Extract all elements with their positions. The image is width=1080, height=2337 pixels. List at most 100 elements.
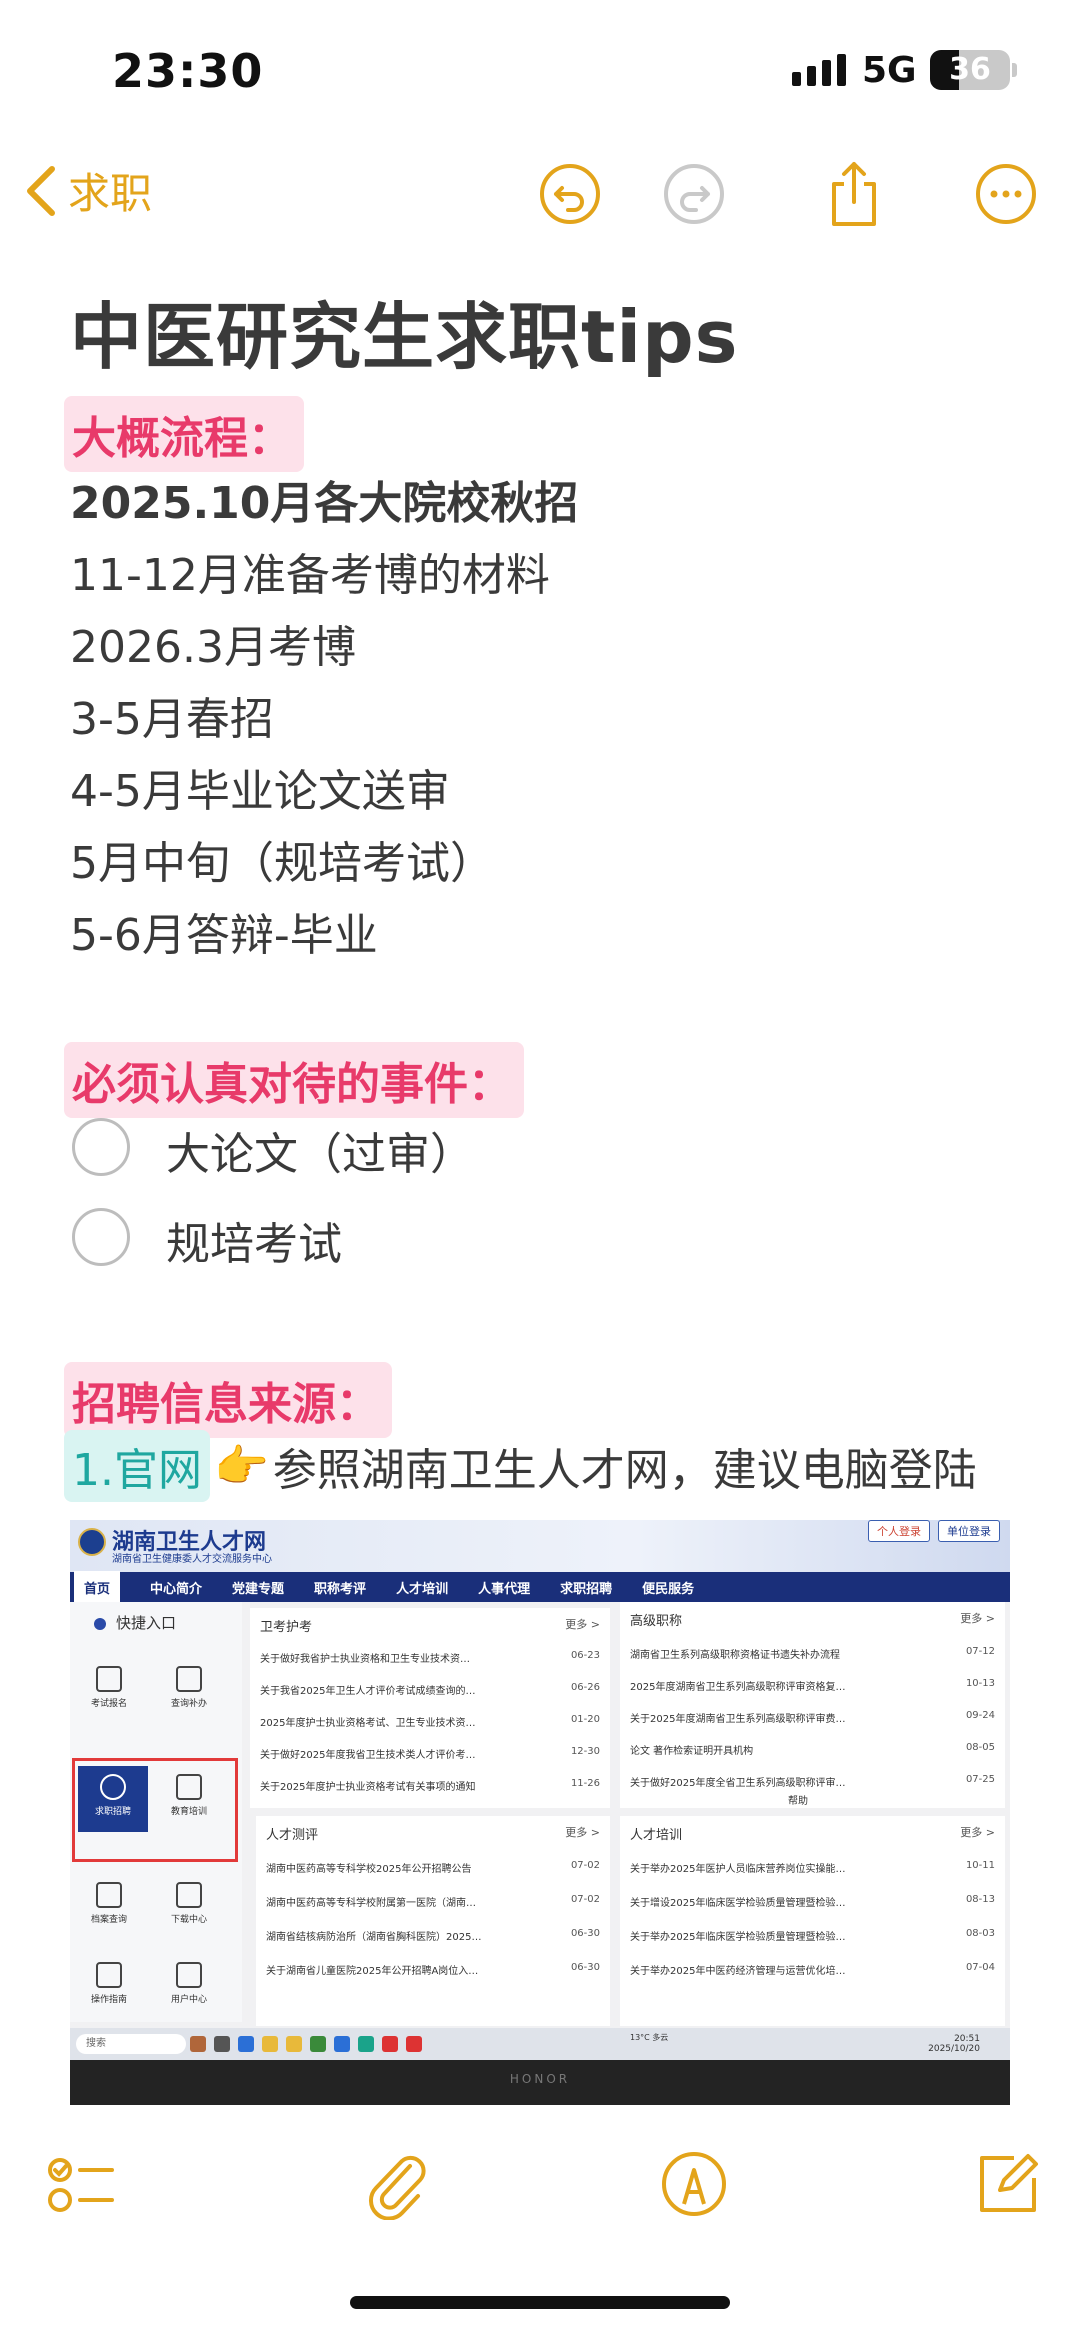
back-label: 求职 — [68, 169, 153, 218]
site-menu-item: 中心简介 — [150, 1581, 203, 1597]
panel-title: 高级职称 — [630, 1614, 683, 1629]
quick-tile: 考试报名 — [74, 1658, 144, 1724]
nav-bar: 求职 — [0, 150, 1080, 240]
redo-button[interactable] — [654, 154, 734, 234]
note-title[interactable]: 中医研究生求职tips — [70, 278, 739, 383]
highlight-box — [72, 1758, 238, 1862]
pointing-hand-icon: 👉 — [213, 1441, 269, 1492]
news-row: 湖南中医药高等专科学校附属第一医院（湖南… 07-02 — [266, 1894, 600, 1909]
site-menu-item: 人事代理 — [478, 1581, 531, 1597]
taskbar: 搜索 13°C 多云 20:51 2025/10/20 — [70, 2028, 1010, 2060]
markup-button[interactable] — [654, 2144, 734, 2224]
site-menu-item: 人才培训 — [396, 1581, 449, 1597]
network-label: 5G — [862, 50, 917, 91]
site-menu: 首页 中心简介 党建专题 职称考评 人才培训 人事代理 求职招聘 便民服务 — [70, 1570, 1010, 1604]
battery-level: 36 — [949, 52, 991, 87]
checklist-button[interactable] — [42, 2144, 122, 2224]
process-line: 2026.3月考博 — [70, 622, 356, 673]
markup-icon — [662, 2152, 726, 2216]
site-menu-item: 便民服务 — [642, 1581, 695, 1597]
back-button[interactable]: 求职 — [22, 160, 152, 221]
site-header: 湖南卫生人才网 湖南省卫生健康委人才交流服务中心 个人登录 单位登录 — [70, 1520, 1010, 1572]
embedded-screenshot[interactable]: 湖南卫生人才网 湖南省卫生健康委人才交流服务中心 个人登录 单位登录 首页 中心… — [70, 1520, 1010, 2105]
more-icon — [976, 164, 1036, 224]
more-button[interactable] — [966, 154, 1046, 234]
news-row: 论文 著作检索证明开具机构 08-05 — [630, 1742, 995, 1757]
bottom-toolbar — [0, 2130, 1080, 2240]
site-logo-icon — [78, 1528, 106, 1556]
process-line: 5-6月答辩-毕业 — [70, 910, 378, 961]
personal-login-button: 个人登录 — [868, 1520, 930, 1542]
source-text: 参照湖南卫生人才网，建议电脑登陆 — [272, 1445, 977, 1496]
news-row: 关于2025年度湖南省卫生系列高级职称评审费… 09-24 — [630, 1710, 995, 1725]
unit-login-button: 单位登录 — [938, 1520, 1000, 1542]
redo-icon — [664, 164, 724, 224]
process-line: 3-5月春招 — [70, 694, 274, 745]
panel-title: 人才培训 — [630, 1828, 683, 1843]
weather-label: 13°C 多云 — [630, 2033, 669, 2042]
checklist-circle[interactable] — [72, 1208, 130, 1266]
home-indicator[interactable] — [350, 2296, 730, 2309]
news-row: 关于做好2025年度我省卫生技术类人才评价考… 12-30 — [260, 1746, 600, 1761]
process-line: 5月中旬（规培考试） — [70, 838, 494, 889]
news-row: 湖南省结核病防治所（湖南省胸科医院）2025… 06-30 — [266, 1928, 600, 1943]
process-line: 2025.10月各大院校秋招 — [70, 478, 579, 529]
source-tag: 1.官网 — [64, 1430, 210, 1502]
source-line: 1.官网 👉 参照湖南卫生人才网，建议电脑登陆 — [64, 1430, 977, 1502]
section-heading-sources: 招聘信息来源： — [64, 1362, 392, 1438]
quick-tile: 操作指南 — [74, 1954, 144, 2020]
more-link: 更多 > — [565, 1826, 600, 1839]
site-menu-item: 求职招聘 — [560, 1581, 613, 1597]
news-panel: 高级职称 更多 > 湖南省卫生系列高级职称资格证书遗失补办流程 07-12 202… — [620, 1602, 1005, 1808]
news-panel: 卫考护考 更多 > 关于做好我省护士执业资格和卫生专业技术资… 06-23 关于我… — [250, 1608, 610, 1808]
news-row: 关于2025年度护士执业资格考试有关事项的通知 11-26 — [260, 1778, 600, 1793]
taskbar-clock: 20:51 2025/10/20 — [928, 2034, 980, 2054]
more-link: 更多 > — [960, 1612, 995, 1625]
chevron-left-icon — [27, 165, 55, 216]
checklist-item-label: 大论文（过审） — [166, 1129, 474, 1180]
more-link: 更多 > — [960, 1826, 995, 1839]
news-row: 关于举办2025年临床医学检验质量管理暨检验… 08-03 — [630, 1928, 995, 1943]
news-row: 关于湖南省儿童医院2025年公开招聘A岗位入… 06-30 — [266, 1962, 600, 1977]
taskbar-apps — [190, 2036, 422, 2052]
compose-icon — [980, 2154, 1038, 2212]
news-row: 关于我省2025年卫生人才评价考试成绩查询的… 06-26 — [260, 1682, 600, 1697]
site-subtitle: 湖南省卫生健康委人才交流服务中心 — [112, 1554, 272, 1565]
section-heading-events: 必须认真对待的事件： — [64, 1042, 524, 1118]
news-row: 关于做好2025年度全省卫生系列高级职称评审… 07-25 — [630, 1774, 995, 1789]
quick-entry-label: 快捷入口 — [94, 1612, 176, 1633]
archive-icon — [96, 1882, 122, 1908]
process-line: 11-12月准备考博的材料 — [70, 550, 550, 601]
taskbar-search: 搜索 — [76, 2034, 186, 2054]
query-icon — [176, 1666, 202, 1692]
news-row: 关于做好我省护士执业资格和卫生专业技术资… 06-23 — [260, 1650, 600, 1665]
news-row: 关于增设2025年临床医学检验质量管理暨检验… 08-13 — [630, 1894, 995, 1909]
panel-title: 人才测评 — [266, 1828, 319, 1843]
undo-icon — [540, 164, 600, 224]
share-button[interactable] — [814, 154, 894, 234]
exam-signup-icon — [96, 1666, 122, 1692]
attachment-button[interactable] — [356, 2144, 436, 2224]
news-panel: 人才培训 更多 > 关于举办2025年医护人员临床营养岗位实操能… 10-11 关… — [620, 1816, 1005, 2026]
checklist-item-label: 规培考试 — [166, 1219, 342, 1270]
site-menu-item: 首页 — [74, 1570, 121, 1604]
attachment-icon — [368, 2155, 426, 2220]
checklist-icon — [48, 2158, 114, 2212]
more-link: 更多 > — [565, 1618, 600, 1631]
guide-icon — [96, 1962, 122, 1988]
battery-icon: 36 — [930, 50, 1017, 90]
process-line: 4-5月毕业论文送审 — [70, 766, 450, 817]
status-time: 23:30 — [112, 44, 264, 98]
help-label: 帮助 — [788, 1796, 808, 1807]
signal-icon — [792, 54, 846, 86]
compose-button[interactable] — [966, 2144, 1046, 2224]
quick-tile: 档案查询 — [74, 1874, 144, 1940]
checklist-circle[interactable] — [72, 1118, 130, 1176]
news-row: 湖南省卫生系列高级职称资格证书遗失补办流程 07-12 — [630, 1646, 995, 1661]
news-row: 关于举办2025年中医药经济管理与运营优化培… 07-04 — [630, 1962, 995, 1977]
undo-button[interactable] — [530, 154, 610, 234]
quick-tile: 查询补办 — [154, 1658, 224, 1724]
news-panel: 人才测评 更多 > 湖南中医药高等专科学校2025年公开招聘公告 07-02 湖南… — [256, 1816, 610, 2026]
site-menu-item: 职称考评 — [314, 1581, 367, 1597]
section-heading-process: 大概流程： — [64, 396, 304, 472]
